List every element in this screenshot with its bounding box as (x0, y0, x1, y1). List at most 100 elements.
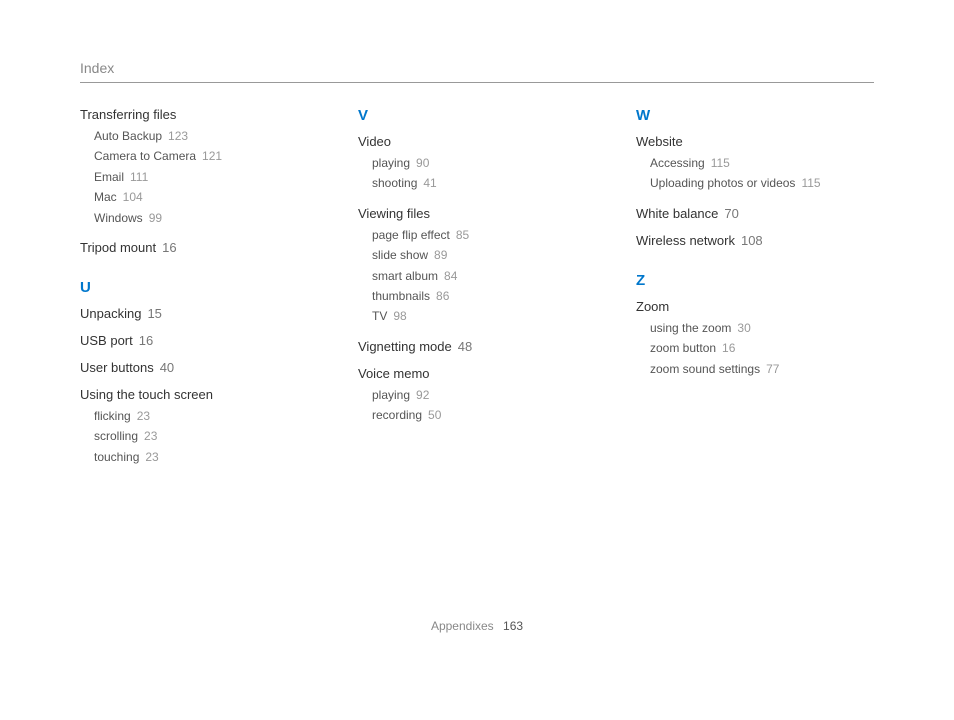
entry-title-row[interactable]: Viewing files (358, 206, 596, 221)
entry-page-number: 15 (147, 306, 161, 321)
entry-title: Using the touch screen (80, 387, 213, 402)
entry-page-number: 16 (162, 240, 176, 255)
index-entry: Video playing90shooting41 (358, 134, 596, 194)
entry-title: White balance (636, 206, 718, 221)
sub-item[interactable]: playing92 (372, 385, 596, 405)
entry-title: Website (636, 134, 683, 149)
entry-title-row[interactable]: Unpacking 15 (80, 306, 318, 321)
entry-title-row[interactable]: User buttons40 (80, 360, 318, 375)
sub-item-label: thumbnails (372, 289, 430, 303)
sub-item[interactable]: using the zoom30 (650, 318, 874, 338)
sub-item-label: Accessing (650, 156, 705, 170)
index-entry: White balance 70 (636, 206, 874, 221)
index-entry: Vignetting mode48 (358, 339, 596, 354)
header-title: Index (80, 60, 114, 76)
index-column: Transferring files Auto Backup 123 Camera t… (80, 107, 318, 479)
sub-item-page-number: 99 (149, 211, 162, 225)
sub-item[interactable]: Email 111 (94, 167, 318, 187)
sub-item[interactable]: recording50 (372, 405, 596, 425)
entry-title: Zoom (636, 299, 669, 314)
sub-item-label: Email (94, 170, 124, 184)
index-entry: Viewing files page flip effect 85 slide sho… (358, 206, 596, 327)
entry-title: USB port (80, 333, 133, 348)
entry-title: Wireless network (636, 233, 735, 248)
sub-item[interactable]: Camera to Camera121 (94, 146, 318, 166)
sub-item[interactable]: Windows99 (94, 208, 318, 228)
entry-page-number: 108 (741, 233, 763, 248)
index-entry: User buttons40 (80, 360, 318, 375)
entry-title-row[interactable]: Zoom (636, 299, 874, 314)
sub-item[interactable]: slide show 89 (372, 245, 596, 265)
sub-item[interactable]: playing90 (372, 153, 596, 173)
letter-heading: Z (636, 272, 874, 289)
sub-item-page-number: 84 (444, 269, 457, 283)
sub-list: page flip effect 85 slide show 89 smart albu… (358, 225, 596, 327)
footer-section: Appendixes (431, 619, 494, 633)
sub-item-page-number: 104 (123, 190, 143, 204)
entry-title-row[interactable]: Tripod mount16 (80, 240, 318, 255)
entry-title: Voice memo (358, 366, 430, 381)
sub-item-page-number: 77 (766, 362, 779, 376)
sub-item-label: page flip effect (372, 228, 450, 242)
sub-item-page-number: 123 (168, 129, 188, 143)
entry-page-number: 48 (458, 339, 472, 354)
sub-item-page-number: 23 (145, 450, 158, 464)
letter-heading: V (358, 107, 596, 124)
letter-heading: U (80, 279, 318, 296)
sub-item-label: slide show (372, 248, 428, 262)
sub-list: playing92recording50 (358, 385, 596, 426)
sub-item-page-number: 111 (130, 170, 148, 184)
sub-item[interactable]: thumbnails 86 (372, 286, 596, 306)
sub-item-page-number: 30 (737, 321, 750, 335)
sub-item[interactable]: scrolling23 (94, 426, 318, 446)
sub-item-label: Uploading photos or videos (650, 176, 795, 190)
entry-title-row[interactable]: Wireless network 108 (636, 233, 874, 248)
index-entry: Wireless network 108 (636, 233, 874, 248)
entry-title: Unpacking (80, 306, 141, 321)
entry-title-row[interactable]: Using the touch screen (80, 387, 318, 402)
sub-item-page-number: 85 (456, 228, 469, 242)
entry-title: Video (358, 134, 391, 149)
entry-page-number: 70 (724, 206, 738, 221)
entry-title-row[interactable]: Vignetting mode48 (358, 339, 596, 354)
sub-list: flicking23scrolling23 touching 23 (80, 406, 318, 467)
entry-title-row[interactable]: Transferring files (80, 107, 318, 122)
sub-list: Auto Backup 123 Camera to Camera121 Email 11… (80, 126, 318, 228)
sub-item[interactable]: TV98 (372, 306, 596, 326)
sub-item[interactable]: smart album84 (372, 266, 596, 286)
entry-title-row[interactable]: Website (636, 134, 874, 149)
sub-item-label: Auto Backup (94, 129, 162, 143)
sub-item[interactable]: zoom button 16 (650, 338, 874, 358)
sub-list: using the zoom30 zoom button 16 zoom sound … (636, 318, 874, 379)
sub-item[interactable]: Auto Backup 123 (94, 126, 318, 146)
entry-title-row[interactable]: Voice memo (358, 366, 596, 381)
sub-item-label: TV (372, 309, 387, 323)
sub-item-label: touching (94, 450, 139, 464)
sub-item-page-number: 89 (434, 248, 447, 262)
sub-item-page-number: 121 (202, 149, 222, 163)
sub-list: Accessing115Uploading photos or videos11… (636, 153, 874, 194)
entry-title-row[interactable]: Video (358, 134, 596, 149)
sub-item[interactable]: touching 23 (94, 447, 318, 467)
index-entry: Tripod mount16 (80, 240, 318, 255)
sub-item-page-number: 86 (436, 289, 449, 303)
sub-item-label: Mac (94, 190, 117, 204)
sub-item[interactable]: shooting41 (372, 173, 596, 193)
sub-item-page-number: 50 (428, 408, 441, 422)
entry-title: Transferring files (80, 107, 176, 122)
sub-item[interactable]: flicking23 (94, 406, 318, 426)
sub-item-label: zoom button (650, 341, 716, 355)
index-column: WWebsiteAccessing115Uploading photos or … (636, 107, 874, 479)
index-entry: Voice memo playing92recording50 (358, 366, 596, 426)
sub-list: playing90shooting41 (358, 153, 596, 194)
page-footer: Appendixes 163 (80, 619, 874, 633)
entry-title-row[interactable]: White balance 70 (636, 206, 874, 221)
entry-title-row[interactable]: USB port16 (80, 333, 318, 348)
sub-item[interactable]: zoom sound settings77 (650, 359, 874, 379)
sub-item-page-number: 16 (722, 341, 735, 355)
sub-item[interactable]: Accessing115 (650, 153, 874, 173)
sub-item[interactable]: Uploading photos or videos115 (650, 173, 874, 193)
sub-item-label: scrolling (94, 429, 138, 443)
sub-item[interactable]: Mac 104 (94, 187, 318, 207)
sub-item[interactable]: page flip effect 85 (372, 225, 596, 245)
